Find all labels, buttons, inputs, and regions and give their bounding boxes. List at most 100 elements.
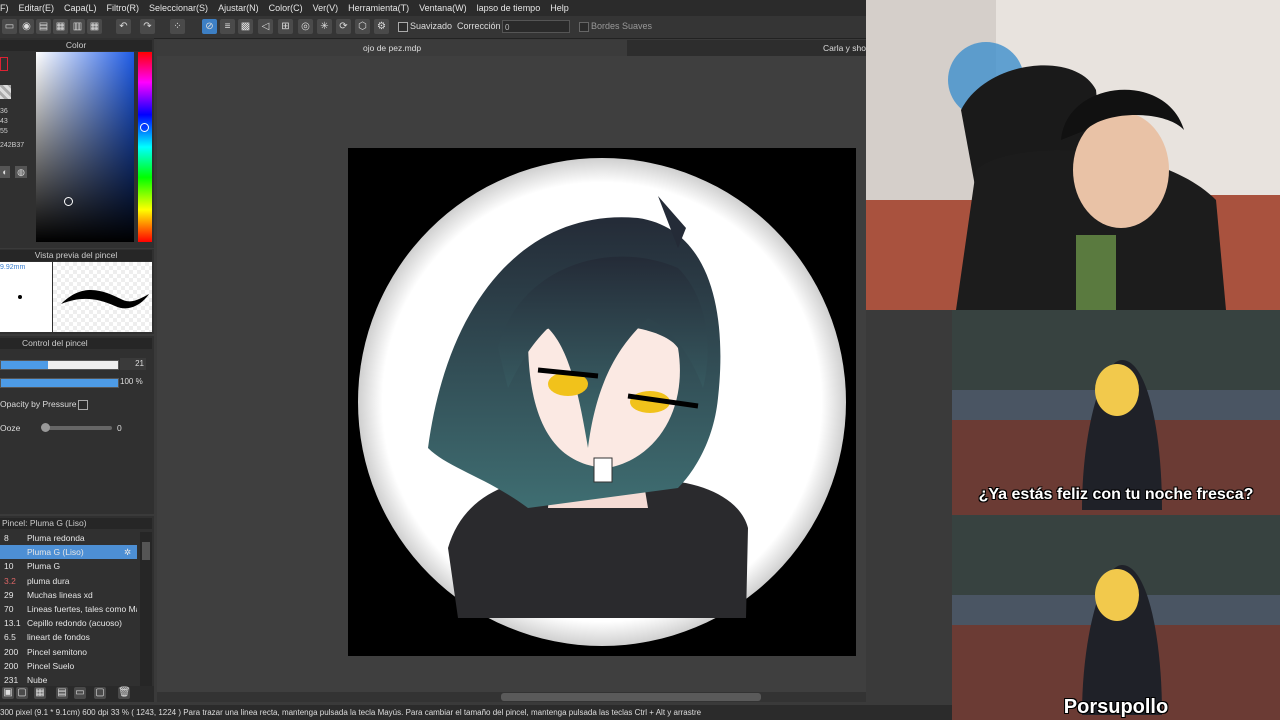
concentric-icon[interactable]: ◎	[298, 19, 313, 34]
folder-icon[interactable]: ▭	[74, 687, 86, 699]
ooze-slider[interactable]	[42, 426, 112, 430]
correction-label: Corrección	[457, 21, 501, 31]
menu-item-10[interactable]: lapso de tiempo	[477, 3, 547, 13]
artwork-canvas[interactable]	[348, 148, 856, 656]
brush-list-item[interactable]: 200 Pincel Suelo	[0, 659, 137, 673]
tab-ojo-de-pez[interactable]: ojo de pez.mdp	[157, 40, 627, 56]
ooze-label: Ooze	[0, 423, 21, 433]
brush-list-scrollbar-thumb[interactable]	[142, 542, 150, 560]
radial-icon[interactable]: ✳	[317, 19, 332, 34]
color-picker-cursor[interactable]	[64, 197, 73, 206]
brush-item-name: Pluma redonda	[27, 533, 85, 543]
message-icon[interactable]: ▤	[36, 19, 51, 34]
chat-icon[interactable]: ◉	[19, 19, 34, 34]
brush-list-scrollbar[interactable]	[140, 532, 152, 692]
brush-item-size: 10	[4, 561, 14, 572]
color-value-r: 36	[0, 108, 8, 115]
menu-item-2[interactable]: Capa(L)	[64, 3, 103, 13]
brush-item-name: pluma dura	[27, 575, 70, 586]
canvas-hscrollbar[interactable]	[157, 692, 866, 702]
brush-list-item[interactable]: 70 Lineas fuertes, tales como Ma	[0, 602, 137, 616]
menu-item-5[interactable]: Ajustar(N)	[218, 3, 265, 13]
delete-icon[interactable]: 🗑	[118, 687, 131, 699]
webcam-overlay	[866, 0, 1280, 310]
document-tab-bar: ojo de pez.mdp Carla y sho	[157, 40, 866, 56]
brush-stroke-icon	[61, 289, 149, 309]
palette-icon[interactable]: ◐	[0, 166, 10, 178]
menu-item-6[interactable]: Color(C)	[269, 3, 309, 13]
brush-list-title: Pincel: Pluma G (Liso)	[0, 518, 152, 529]
hatch-icon[interactable]: ≡	[220, 19, 235, 34]
color-value-hex: 242B37	[0, 142, 25, 149]
opacity-by-pressure-checkbox[interactable]	[78, 400, 88, 410]
correction-input[interactable]: 0	[502, 20, 570, 33]
brush-group-icon[interactable]: ▦	[34, 687, 46, 699]
menu-item-1[interactable]: Editar(E)	[19, 3, 61, 13]
status-bar: 300 pixel (9.1 * 9.1cm) 600 dpi 33 % ( 1…	[0, 705, 952, 720]
hue-slider-handle[interactable]	[140, 123, 149, 132]
canvas-hscrollbar-thumb[interactable]	[501, 693, 761, 701]
smoothing-checkbox[interactable]	[398, 22, 408, 32]
menu-item-11[interactable]: Help	[550, 3, 575, 13]
layers-icon[interactable]: ▥	[70, 19, 85, 34]
undo-icon[interactable]: ↶	[116, 19, 131, 34]
menu-item-7[interactable]: Ver(V)	[313, 3, 345, 13]
document-icon[interactable]: ▦	[53, 19, 68, 34]
brush-size-slider[interactable]	[0, 360, 119, 370]
brush-item-name: Pincel semitono	[27, 646, 88, 657]
brush-list: 8 Pluma redonda Pluma G (Liso) ✲ 10 Pluma G 3.…	[0, 531, 140, 685]
menu-item-4[interactable]: Seleccionar(S)	[149, 3, 214, 13]
opacity-slider[interactable]	[0, 378, 119, 388]
ooze-value: 0	[117, 423, 122, 433]
toolbar-icon-1[interactable]: ▭	[2, 19, 17, 34]
brush-size-input[interactable]: 21	[120, 358, 146, 370]
brush-item-name: Nube	[27, 675, 48, 685]
menu-item-3[interactable]: Filtro(R)	[107, 3, 146, 13]
brush-control-title: Control del pincel	[0, 338, 152, 349]
brush-list-item[interactable]: 3.2 pluma dura	[0, 574, 137, 588]
rotate-icon[interactable]: ⟳	[336, 19, 351, 34]
soft-edges-checkbox[interactable]	[579, 22, 589, 32]
tab-carla[interactable]: Carla y sho	[823, 40, 866, 56]
ruler-icon[interactable]: ⊞	[278, 19, 293, 34]
brush-size-fill	[1, 361, 48, 369]
hexagon-icon[interactable]: ⬡	[355, 19, 370, 34]
brush-list-item[interactable]: Pluma G (Liso) ✲	[0, 545, 137, 560]
transparent-swatch[interactable]	[0, 85, 11, 99]
grid-icon[interactable]: ▦	[87, 19, 102, 34]
brush-item-size: 70	[4, 604, 14, 614]
gear-icon[interactable]: ✲	[124, 545, 131, 559]
saturation-value-picker[interactable]	[36, 52, 134, 242]
brush-item-size: 29	[4, 589, 14, 600]
brush-list-item[interactable]: 13.1 Cepillo redondo (acuoso)	[0, 616, 137, 630]
meme-caption-bottom: Porsupollo	[1063, 696, 1169, 718]
fill-icon[interactable]: ▩	[238, 19, 253, 34]
perspective-icon[interactable]: ◁	[258, 19, 273, 34]
brush-item-name: Pincel Suelo	[27, 660, 75, 671]
menu-item-9[interactable]: Ventana(W)	[419, 3, 473, 13]
brush-list-item[interactable]: 29 Muchas lineas xd	[0, 588, 137, 602]
duplicate-icon[interactable]: ▢	[94, 687, 106, 699]
new-brush-icon[interactable]: ▣	[2, 687, 14, 699]
brush-stroke-preview	[53, 262, 152, 332]
brush-settings-icon[interactable]: ▤	[56, 687, 68, 699]
brush-list-item[interactable]: 6.5 lineart de fondos	[0, 630, 137, 644]
selection-icon[interactable]: ⁘	[170, 19, 185, 34]
menu-item-8[interactable]: Herramienta(T)	[348, 3, 415, 13]
brush-list-item[interactable]: 200 Pincel semitono	[0, 645, 137, 659]
brush-list-item[interactable]: 8 Pluma redonda	[0, 531, 137, 545]
brush-list-item[interactable]: 10 Pluma G	[0, 559, 137, 573]
brush-list-item[interactable]: 231 Nube	[0, 673, 137, 685]
pen-tool-icon[interactable]: ⊘	[202, 19, 217, 34]
brush-size-value: 9.92mm	[0, 264, 26, 271]
menu-item-0[interactable]: F)	[0, 3, 15, 13]
meme-overlay: ¿Ya estás feliz con tu noche fresca? Por…	[952, 310, 1280, 720]
redo-icon[interactable]: ↷	[140, 19, 155, 34]
color-value-g: 43	[0, 118, 8, 125]
ooze-slider-handle[interactable]	[41, 423, 50, 432]
copy-brush-icon[interactable]: ▢	[16, 687, 28, 699]
settings-icon[interactable]: ⚙	[374, 19, 389, 34]
hue-slider[interactable]	[138, 52, 152, 242]
foreground-color-swatch[interactable]	[0, 57, 8, 71]
color-wheel-icon[interactable]: ◍	[15, 166, 27, 178]
